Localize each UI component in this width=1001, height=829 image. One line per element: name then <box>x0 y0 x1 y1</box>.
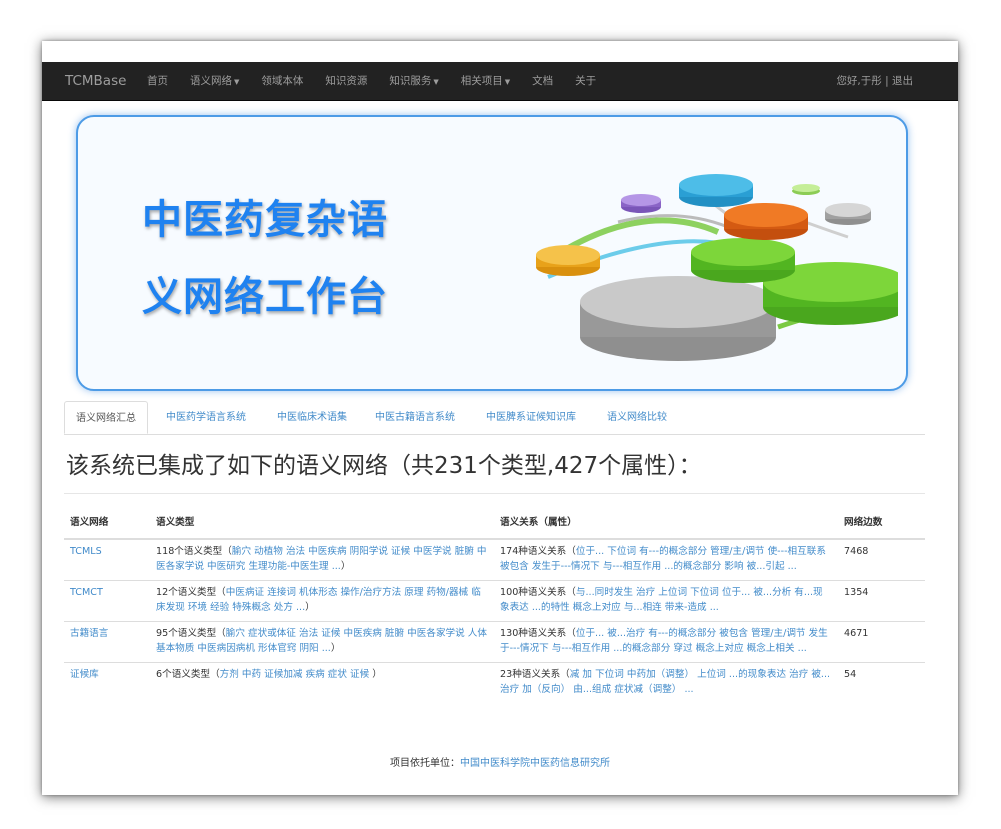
network-tabs: 语义网络汇总 中医药学语言系统 中医临床术语集 中医古籍语言系统 中医脾系证候知… <box>64 401 925 435</box>
banner-title-line1: 中医药复杂语 <box>142 197 388 243</box>
tab-ancient-texts[interactable]: 中医古籍语言系统 <box>375 401 455 434</box>
table-header-row: 语义网络 语义类型 语义关系（属性） 网络边数 <box>64 511 925 540</box>
types-count: 6个语义类型（ <box>156 669 220 680</box>
nav-item-knowledge-services[interactable]: 知识服务 ▼ <box>378 62 449 101</box>
types-count: 118个语义类型（ <box>156 546 232 557</box>
relations-count: 23种语义关系（ <box>500 669 570 680</box>
nav-item-semantic-network[interactable]: 语义网络 ▼ <box>179 62 250 101</box>
user-area: 您好,于彤 | 退出 <box>836 62 913 100</box>
edge-count: 7468 <box>844 546 869 557</box>
table-row: TCMLS 118个语义类型（腧穴 动植物 治法 中医疾病 阴阳学说 证候 中医… <box>64 538 925 581</box>
caret-down-icon: ▼ <box>234 78 240 86</box>
nav-item-related-projects[interactable]: 相关项目 ▼ <box>450 62 521 101</box>
network-link[interactable]: TCMLS <box>70 546 102 557</box>
table-row: 证候库 6个语义类型（方剂 中药 证候加减 疾病 症状 证候 ） 23种语义关系… <box>64 662 925 703</box>
nav-item-about[interactable]: 关于 <box>564 62 607 101</box>
tab-network-compare[interactable]: 语义网络比较 <box>607 401 667 434</box>
nav-item-home[interactable]: 首页 <box>136 62 179 101</box>
divider <box>64 493 925 494</box>
nav-item-domain-ontology[interactable]: 领域本体 <box>250 62 314 101</box>
tab-clinical-terms[interactable]: 中医临床术语集 <box>277 401 347 434</box>
tab-summary[interactable]: 语义网络汇总 <box>64 401 148 434</box>
edge-count: 54 <box>844 669 857 680</box>
edge-count: 4671 <box>844 628 869 639</box>
relations-count: 174种语义关系（ <box>500 546 576 557</box>
network-link[interactable]: 古籍语言 <box>70 628 108 639</box>
caret-down-icon: ▼ <box>504 78 511 86</box>
tab-tcmls[interactable]: 中医药学语言系统 <box>166 401 246 434</box>
logout-link[interactable]: 退出 <box>892 75 913 87</box>
tab-spleen-syndrome[interactable]: 中医脾系证候知识库 <box>486 401 576 434</box>
table-row: TCMCT 12个语义类型（中医病证 连接词 机体形态 操作/治疗方法 原理 药… <box>64 580 925 622</box>
nav-menu: 首页 语义网络 ▼ 领域本体 知识资源 知识服务 ▼ 相关项目 ▼ 文档 关于 <box>136 62 607 101</box>
nav-item-docs[interactable]: 文档 <box>521 62 564 101</box>
column-header: 语义类型 <box>150 511 494 540</box>
types-count: 95个语义类型（ <box>156 628 226 639</box>
footer-label: 项目依托单位： <box>390 758 460 769</box>
column-header: 网络边数 <box>838 511 925 540</box>
relations-count: 130种语义关系（ <box>500 628 576 639</box>
footer: 项目依托单位：中国中医科学院中医药信息研究所 <box>42 754 958 769</box>
types-count: 12个语义类型（ <box>156 587 226 598</box>
banner-title-line2: 义网络工作台 <box>142 274 388 320</box>
type-links[interactable]: 方剂 中药 证候加减 疾病 症状 证候 <box>220 669 373 680</box>
user-greeting: 您好,于彤 <box>836 75 882 87</box>
column-header: 语义网络 <box>64 511 150 540</box>
institution-link[interactable]: 中国中医科学院中医药信息研究所 <box>460 758 610 769</box>
network-link[interactable]: TCMCT <box>70 587 103 598</box>
browser-page: TCMBase 首页 语义网络 ▼ 领域本体 知识资源 知识服务 ▼ 相关项目 ▼ 文… <box>42 41 958 795</box>
page-heading: 该系统已集成了如下的语义网络（共231个类型,427个属性）： <box>66 453 702 479</box>
edge-count: 1354 <box>844 587 869 598</box>
separator: | <box>881 75 892 87</box>
network-diagram-illustration <box>536 174 898 361</box>
hero-banner: 中医药复杂语 义网络工作台 <box>76 115 908 391</box>
caret-down-icon: ▼ <box>433 78 439 86</box>
column-header: 语义关系（属性） <box>494 511 838 540</box>
network-link[interactable]: 证候库 <box>70 669 99 680</box>
top-navbar: TCMBase 首页 语义网络 ▼ 领域本体 知识资源 知识服务 ▼ 相关项目 ▼ 文… <box>42 62 958 101</box>
nav-item-knowledge-resources[interactable]: 知识资源 <box>314 62 378 101</box>
semantic-network-table: 语义网络 语义类型 语义关系（属性） 网络边数 TCMLS 118个语义类型（腧… <box>64 511 925 703</box>
relations-count: 100种语义关系（ <box>500 587 576 598</box>
table-row: 古籍语言 95个语义类型（腧穴 症状或体征 治法 证候 中医疾病 脏腑 中医各家… <box>64 621 925 663</box>
brand-logo[interactable]: TCMBase <box>65 62 126 100</box>
